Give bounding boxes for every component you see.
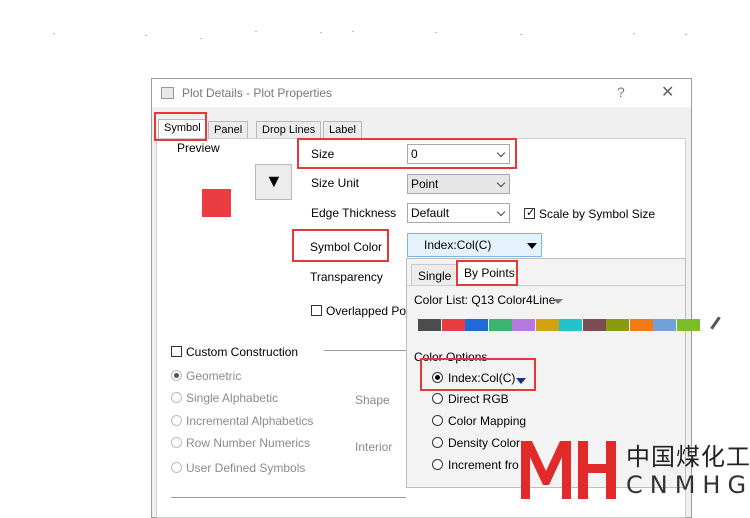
single-alphabetic-label: Single Alphabetic: [186, 391, 279, 405]
color-list-label: Color List: Q13 Color4Line: [414, 293, 556, 307]
scale-by-symbol-size-checkbox[interactable]: ✓: [524, 207, 536, 219]
palette-swatch[interactable]: [441, 319, 465, 331]
dialog-title: Plot Details - Plot Properties: [182, 86, 333, 100]
title-bar: Plot Details - Plot Properties ? ✕: [152, 79, 691, 107]
highlight-by-points: [456, 260, 518, 286]
palette-swatch[interactable]: [488, 319, 512, 331]
radio-density-color[interactable]: [432, 437, 443, 448]
chevron-down-icon: [496, 207, 506, 217]
scale-by-symbol-size-label: Scale by Symbol Size: [539, 207, 656, 221]
symbol-gallery-button[interactable]: ▼: [255, 164, 292, 200]
noise-dots: [50, 28, 750, 44]
watermark-logo: 中国煤化工 CNMHG: [518, 433, 750, 505]
palette-swatch[interactable]: [512, 319, 535, 331]
radio-geometric[interactable]: [171, 370, 182, 381]
color-mapping-label: Color Mapping: [448, 414, 527, 428]
tab-label[interactable]: Label: [323, 121, 362, 138]
radio-direct-rgb[interactable]: [432, 393, 443, 404]
size-unit-combo[interactable]: Point: [407, 174, 510, 194]
custom-construction-label: Custom Construction: [186, 345, 299, 359]
radio-increment-from[interactable]: [432, 459, 443, 470]
highlight-symbol-tab: [154, 112, 207, 141]
highlight-symbol-color: [292, 229, 389, 262]
shape-label: Shape: [355, 393, 390, 407]
popup-tab-single[interactable]: Single: [411, 264, 457, 285]
preview-symbol: [202, 189, 231, 217]
symbol-color-value: Index:Col(C): [424, 238, 492, 252]
size-unit-label: Size Unit: [311, 176, 360, 190]
direct-rgb-label: Direct RGB: [448, 392, 509, 406]
overlapped-points-checkbox[interactable]: [311, 305, 322, 316]
highlight-index-col: [420, 358, 536, 391]
overlapped-points-label: Overlapped Poi: [326, 304, 409, 318]
palette-swatch[interactable]: [606, 319, 629, 331]
help-icon[interactable]: ?: [617, 84, 625, 100]
palette-swatch[interactable]: [559, 319, 582, 331]
pencil-icon[interactable]: [710, 315, 721, 333]
custom-construction-checkbox[interactable]: [171, 346, 182, 357]
tab-panel[interactable]: Panel: [208, 121, 249, 138]
watermark-en: CNMHG: [626, 471, 750, 499]
transparency-label: Transparency: [310, 270, 383, 284]
size-unit-value: Point: [411, 177, 439, 191]
triangle-down-icon: [527, 243, 537, 249]
palette-swatch[interactable]: [582, 319, 606, 331]
radio-user-defined-symbols[interactable]: [171, 462, 182, 473]
app-icon: [161, 87, 174, 99]
checkmark-icon: ✓: [526, 207, 536, 219]
edge-thickness-label: Edge Thickness: [311, 206, 397, 220]
tab-drop-lines[interactable]: Drop Lines: [256, 121, 322, 138]
interior-label: Interior: [355, 440, 393, 454]
incremental-alphabetics-label: Incremental Alphabetics: [186, 414, 314, 428]
palette-swatch[interactable]: [418, 319, 441, 331]
symbol-color-combo[interactable]: Index:Col(C): [407, 233, 542, 257]
bottom-divider: [171, 497, 406, 498]
color-list-dropdown-icon[interactable]: [553, 299, 563, 304]
density-color-label: Density Color: [448, 436, 521, 450]
radio-incremental-alphabetics[interactable]: [171, 415, 182, 426]
increment-from-label: Increment fro: [448, 458, 519, 472]
preview-label: Preview: [177, 141, 220, 155]
palette-swatch[interactable]: [535, 319, 559, 331]
watermark-cn: 中国煤化工: [626, 443, 750, 471]
palette-swatch[interactable]: [653, 319, 676, 331]
palette-swatch[interactable]: [465, 319, 488, 331]
highlight-size: [297, 138, 517, 169]
radio-color-mapping[interactable]: [432, 415, 443, 426]
close-icon[interactable]: ✕: [661, 82, 674, 102]
group-divider: [324, 350, 408, 351]
radio-single-alphabetic[interactable]: [171, 392, 182, 403]
row-number-numerics-label: Row Number Numerics: [186, 436, 311, 450]
palette-swatch[interactable]: [629, 319, 653, 331]
edge-thickness-value: Default: [411, 206, 450, 220]
geometric-label: Geometric: [186, 369, 242, 383]
chevron-down-icon: [496, 178, 506, 188]
user-defined-symbols-label: User Defined Symbols: [186, 461, 306, 475]
cnmhg-logo-mark: [521, 441, 616, 499]
edge-thickness-combo[interactable]: Default: [407, 203, 510, 223]
palette-swatch[interactable]: [676, 319, 700, 331]
radio-row-number-numerics[interactable]: [171, 437, 182, 448]
triangle-down-icon: ▼: [265, 171, 283, 191]
popup-tab-bar: [407, 285, 685, 286]
